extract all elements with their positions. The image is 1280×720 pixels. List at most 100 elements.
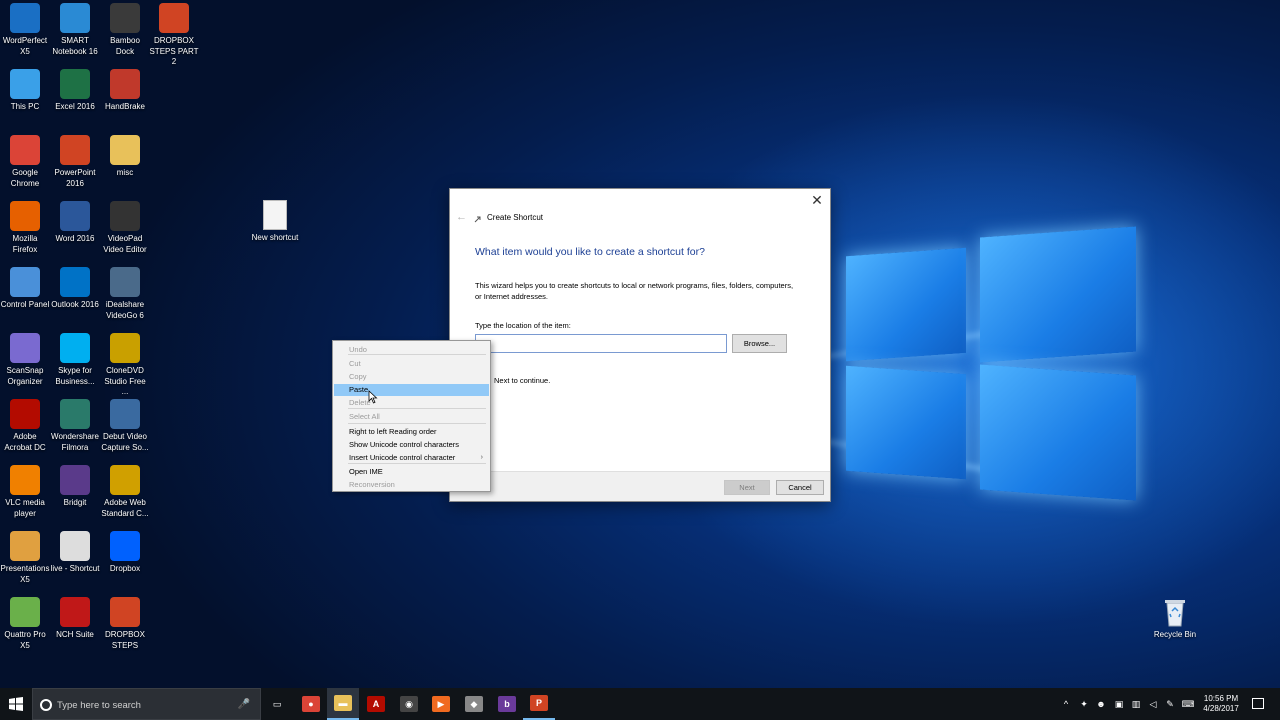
context-menu-item[interactable]: Copy [334,371,489,383]
this-pc-icon [10,69,40,99]
screen-recorder-icon: ◉ [400,696,418,712]
context-menu-item[interactable]: Open IME [334,466,489,478]
desktop-icon[interactable]: WordPerfect X5 [0,3,50,57]
location-input[interactable] [475,334,727,353]
context-menu-item[interactable]: Delete [334,397,489,409]
taskbar-app-button[interactable]: ▭ [261,688,293,720]
desktop-icon[interactable]: NCH Suite [50,597,100,641]
desktop-icon[interactable]: Debut Video Capture So... [100,399,150,453]
close-button[interactable]: ✕ [810,192,824,209]
taskbar-search-box[interactable]: Type here to search 🎤 [32,688,261,720]
display-icon[interactable]: ▣ [1112,699,1126,710]
desktop-icon[interactable]: DROPBOX STEPS [100,597,150,651]
desktop-icon[interactable]: Adobe Web Standard C... [100,465,150,519]
context-menu-item[interactable]: Insert Unicode control character › [334,452,489,464]
desktop-icon[interactable]: Google Chrome [0,135,50,189]
dialog-hint-text: Next to continue. [494,376,551,385]
taskbar-app-button[interactable]: ◆ [458,688,490,720]
desktop-icon-label: Quattro Pro X5 [4,630,46,650]
context-menu-item[interactable]: Undo [334,344,489,356]
volume-icon[interactable]: ◁ [1146,699,1160,710]
desktop-icon[interactable]: Mozilla Firefox [0,201,50,255]
show-hidden-icons-icon[interactable]: ^ [1059,699,1073,709]
desktop-icon[interactable]: Presentations X5 [0,531,50,585]
pen-icon[interactable]: ✎ [1163,699,1177,710]
dialog-footer: Next Cancel [450,471,830,501]
desktop-icon[interactable]: VideoPad Video Editor [100,201,150,255]
desktop-icon[interactable]: HandBrake [100,69,150,113]
mouse-cursor-icon [368,390,378,404]
desktop-icon[interactable]: ScanSnap Organizer [0,333,50,387]
desktop-icon[interactable]: Bridgit [50,465,100,509]
bamboo-dock-icon [110,3,140,33]
desktop-icon[interactable]: iDealshare VideoGo 6 [100,267,150,321]
next-button[interactable]: Next [724,480,770,495]
windows-logo-wallpaper [838,212,1140,512]
taskbar-app-button[interactable]: ▬ [327,688,359,720]
taskbar-app-button[interactable]: ◉ [393,688,425,720]
desktop-icon[interactable]: Excel 2016 [50,69,100,113]
context-menu-item[interactable]: Select All [334,411,489,423]
desktop-icon-label: Control Panel [0,300,50,309]
taskbar-app-button[interactable]: P [523,688,555,720]
desktop-icon[interactable]: PowerPoint 2016 [50,135,100,189]
context-menu-item-label: Reconversion [349,480,395,489]
desktop-icon[interactable]: Control Panel [0,267,50,311]
desktop-icon-label: misc [116,168,134,177]
dropbox-tray-icon[interactable]: ✦ [1077,699,1091,710]
desktop-icon-label: Dropbox [109,564,141,573]
desktop-icon[interactable]: Bamboo Dock [100,3,150,57]
taskbar-app-button[interactable]: ▶ [425,688,457,720]
desktop-icon-label: VLC media player [5,498,45,518]
context-menu-item-label: Right to left Reading order [349,427,437,436]
desktop-icon[interactable]: CloneDVD Studio Free ... [100,333,150,398]
taskbar-clock[interactable]: 10:56 PM 4/28/2017 [1196,694,1246,714]
cancel-button[interactable]: Cancel [776,480,824,495]
network-icon[interactable]: ▥ [1129,699,1143,710]
desktop-icon[interactable]: Adobe Acrobat DC [0,399,50,453]
action-center-icon[interactable] [1252,698,1264,709]
desktop-icon-label: iDealshare VideoGo 6 [105,300,145,320]
task-view-icon: ▭ [272,698,282,709]
context-menu-item[interactable]: Right to left Reading order [334,426,489,438]
desktop-icon[interactable]: Word 2016 [50,201,100,245]
context-menu-item-label: Insert Unicode control character [349,453,456,462]
keyboard-icon[interactable]: ⌨ [1181,699,1195,710]
start-button[interactable] [0,688,32,720]
desktop-icon[interactable]: DROPBOX STEPS PART 2 [149,3,199,68]
context-menu-item[interactable]: Show Unicode control characters [334,439,489,451]
people-icon[interactable]: ☻ [1094,699,1108,709]
context-menu-item-label: Paste [349,385,369,394]
smart-notebook-icon [60,3,90,33]
desktop-icon-new-shortcut[interactable]: New shortcut [250,200,300,244]
clonedvd-icon [110,333,140,363]
context-menu-item[interactable]: Paste [334,384,489,396]
scansnap-icon [10,333,40,363]
desktop-icon[interactable]: SMART Notebook 16 [50,3,100,57]
desktop-icon[interactable]: Wondershare Filmora [50,399,100,453]
desktop-icon[interactable]: misc [100,135,150,179]
desktop-icon-label: Mozilla Firefox [12,234,38,254]
taskbar-app-button[interactable]: A [360,688,392,720]
powerpoint-icon [60,135,90,165]
context-menu-item[interactable]: Cut [334,358,489,370]
desktop-icon[interactable]: live - Shortcut [50,531,100,575]
back-arrow-icon[interactable]: ← [456,211,467,223]
desktop-icon[interactable]: Outlook 2016 [50,267,100,311]
desktop-icon[interactable]: VLC media player [0,465,50,519]
desktop-icon[interactable]: Dropbox [100,531,150,575]
desktop-icon[interactable]: This PC [0,69,50,113]
folder-icon [110,135,140,165]
desktop-icon[interactable]: Quattro Pro X5 [0,597,50,651]
browse-button[interactable]: Browse... [732,334,787,353]
desktop-icon-label: NCH Suite [56,630,94,639]
microphone-icon[interactable]: 🎤 [238,699,250,710]
context-menu-item[interactable]: Reconversion [334,479,489,491]
desktop-icon[interactable]: Skype for Business... [50,333,100,387]
submenu-arrow-icon: › [480,454,483,461]
chrome-icon: ● [302,696,320,712]
taskbar-app-button[interactable]: ● [295,688,327,720]
context-menu-item-label: Copy [349,372,367,381]
taskbar-app-button[interactable]: b [491,688,523,720]
desktop-icon-recycle-bin[interactable]: Recycle Bin [1150,597,1200,641]
